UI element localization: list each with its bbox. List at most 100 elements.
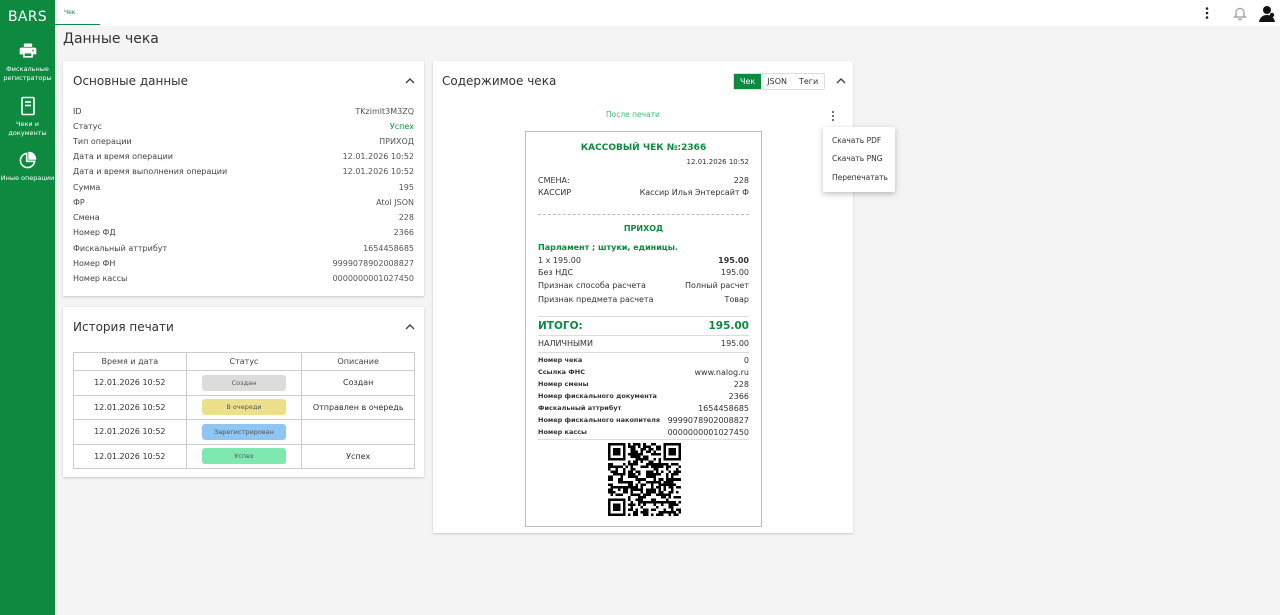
kv-key: ФР bbox=[73, 198, 85, 207]
tab-receipt-view[interactable]: Чек bbox=[734, 74, 762, 89]
receipt-value: 1654458685 bbox=[698, 404, 749, 413]
kv-value: 12.01.2026 10:52 bbox=[342, 152, 414, 161]
receipt-op-type: ПРИХОД bbox=[623, 224, 664, 233]
receipt-label: Номер кассы bbox=[538, 428, 587, 436]
kv-key: Номер кассы bbox=[73, 274, 128, 283]
kv-key: Смена bbox=[73, 213, 100, 222]
kv-value: 2366 bbox=[393, 228, 414, 237]
receipt-value: 0 bbox=[743, 356, 749, 365]
receipt-preview: КАССОВЫЙ ЧЕК №:2366 12.01.2026 10:52 СМЕ… bbox=[525, 131, 762, 527]
kv-value: 12.01.2026 10:52 bbox=[342, 167, 414, 176]
qr-code-icon bbox=[608, 443, 681, 516]
sidebar-item-receipts[interactable]: Чеки и документы bbox=[0, 96, 55, 138]
receipt-label: Номер чека bbox=[538, 356, 583, 364]
print-history-card: История печати Время и дата Статус Описа… bbox=[63, 307, 424, 477]
chevron-up-icon[interactable] bbox=[405, 324, 415, 330]
more-vertical-icon[interactable] bbox=[830, 110, 836, 122]
kv-value: TKzimlt3M3ZQ bbox=[355, 107, 414, 116]
receipt-divider bbox=[538, 439, 749, 440]
status-cell: Создан bbox=[185, 370, 303, 396]
receipt-title: КАССОВЫЙ ЧЕК №:2366 bbox=[580, 143, 707, 153]
receipt-divider bbox=[538, 316, 749, 317]
time-cell: 12.01.2026 10:52 bbox=[73, 370, 187, 396]
kv-row-status: Статус Успех bbox=[73, 122, 414, 134]
kv-row-sum: Сумма 195 bbox=[73, 183, 414, 195]
sidebar-item-label: Чеки и документы bbox=[8, 120, 47, 137]
receipt-total-label: ИТОГО: bbox=[538, 320, 583, 332]
kv-value: Atol JSON bbox=[376, 198, 414, 207]
kv-key: Статус bbox=[73, 122, 102, 131]
kv-key: Дата и время операции bbox=[73, 152, 173, 161]
receipt-value: 228 bbox=[733, 380, 749, 389]
card-title: История печати bbox=[73, 320, 174, 334]
receipt-label: КАССИР bbox=[538, 188, 572, 197]
receipt-value: Полный расчет bbox=[685, 281, 749, 290]
page-title: Данные чека bbox=[63, 31, 159, 47]
tab-json-view[interactable]: JSON bbox=[761, 74, 793, 89]
user-avatar-icon[interactable] bbox=[1257, 3, 1277, 23]
receipt-value: www.nalog.ru bbox=[694, 368, 749, 377]
menu-item-reprint[interactable]: Перепечатать bbox=[832, 173, 888, 182]
receipt-label: Признак предмета расчета bbox=[538, 295, 654, 304]
top-bar: Чек bbox=[55, 0, 1280, 26]
status-cell: В очереди bbox=[185, 394, 303, 420]
main-data-card: Основные данные ID TKzimlt3M3ZQ Статус Усп… bbox=[63, 61, 424, 296]
receipt-label: 1 x 195.00 bbox=[538, 256, 581, 265]
column-header: Описание bbox=[301, 352, 415, 371]
receipt-value: Товар bbox=[724, 295, 749, 304]
kv-row-fr: ФР Atol JSON bbox=[73, 198, 414, 210]
receipt-date: 12.01.2026 10:52 bbox=[686, 158, 749, 166]
receipt-divider bbox=[538, 214, 749, 215]
menu-item-download-pdf[interactable]: Скачать PDF bbox=[832, 136, 881, 145]
tab-receipt[interactable]: Чек bbox=[55, 0, 100, 25]
status-badge: Создан bbox=[201, 374, 286, 391]
kv-key: Номер ФН bbox=[73, 259, 116, 268]
kv-key: Дата и время выполнения операции bbox=[73, 167, 228, 176]
sidebar-item-label: Иные операции bbox=[0, 174, 55, 182]
status-badge: В очереди bbox=[201, 399, 286, 416]
kv-row-fn-number: Номер ФН 9999078902008827 bbox=[73, 259, 414, 271]
sidebar-item-fiscal-registers[interactable]: Фискальные регистраторы bbox=[0, 41, 55, 83]
chevron-up-icon[interactable] bbox=[405, 78, 415, 84]
more-vertical-icon[interactable] bbox=[1203, 6, 1211, 20]
kv-row-op-date: Дата и время операции 12.01.2026 10:52 bbox=[73, 152, 414, 164]
app-logo: BARS bbox=[8, 9, 47, 25]
kv-value: ПРИХОД bbox=[379, 137, 414, 146]
sidebar-item-other-operations[interactable]: Иные операции bbox=[0, 151, 55, 183]
bell-icon[interactable] bbox=[1232, 5, 1248, 21]
pie-chart-icon bbox=[19, 151, 37, 169]
receipt-value: Кассир Илья Энтерсайт Ф bbox=[639, 188, 749, 197]
receipt-value: 2366 bbox=[728, 392, 749, 401]
kv-row-op-type: Тип операции ПРИХОД bbox=[73, 137, 414, 149]
tab-label: Чек bbox=[64, 9, 76, 16]
receipt-value: 228 bbox=[733, 176, 749, 185]
receipt-total-value: 195.00 bbox=[708, 320, 749, 332]
kv-key: ID bbox=[73, 107, 82, 116]
receipt-item-name: Парламент ; штуки, единицы. bbox=[538, 243, 679, 252]
tab-tags-view[interactable]: Теги bbox=[793, 74, 824, 89]
table-row: 12.01.2026 10:52 Успех Успех bbox=[73, 443, 415, 469]
time-cell: 12.01.2026 10:52 bbox=[73, 443, 187, 469]
sidebar-item-label: Фискальные регистраторы bbox=[3, 65, 52, 82]
menu-item-download-png[interactable]: Скачать PNG bbox=[832, 154, 883, 163]
receipt-value: 9999078902008827 bbox=[667, 416, 749, 425]
receipt-content-card: Содержимое чека Чек JSON Теги После печа… bbox=[433, 61, 853, 533]
chevron-up-icon[interactable] bbox=[836, 78, 846, 84]
receipt-label: Без НДС bbox=[538, 268, 574, 277]
receipt-label: Ссылка ФНС bbox=[538, 368, 585, 376]
receipt-actions-menu: Скачать PDF Скачать PNG Перепечатать bbox=[823, 127, 895, 192]
card-title: Содержимое чека bbox=[442, 74, 557, 88]
receipt-label: Номер фискального накопителя bbox=[538, 416, 661, 424]
kv-value: 195 bbox=[398, 183, 414, 192]
description-cell: Создан bbox=[301, 370, 415, 396]
receipt-divider bbox=[538, 335, 749, 336]
column-header: Время и дата bbox=[73, 352, 187, 371]
status-badge: Успех bbox=[201, 448, 286, 465]
table-row: 12.01.2026 10:52 Создан Создан bbox=[73, 370, 415, 396]
kv-value: 1654458685 bbox=[363, 244, 414, 253]
status-badge: Зарегистрирован bbox=[201, 423, 286, 440]
document-icon bbox=[20, 96, 35, 116]
print-history-table: Время и дата Статус Описание 12.01.2026 … bbox=[73, 352, 415, 469]
receipt-label: Фискальный аттрибут bbox=[538, 404, 622, 412]
after-print-label: После печати bbox=[606, 110, 660, 119]
